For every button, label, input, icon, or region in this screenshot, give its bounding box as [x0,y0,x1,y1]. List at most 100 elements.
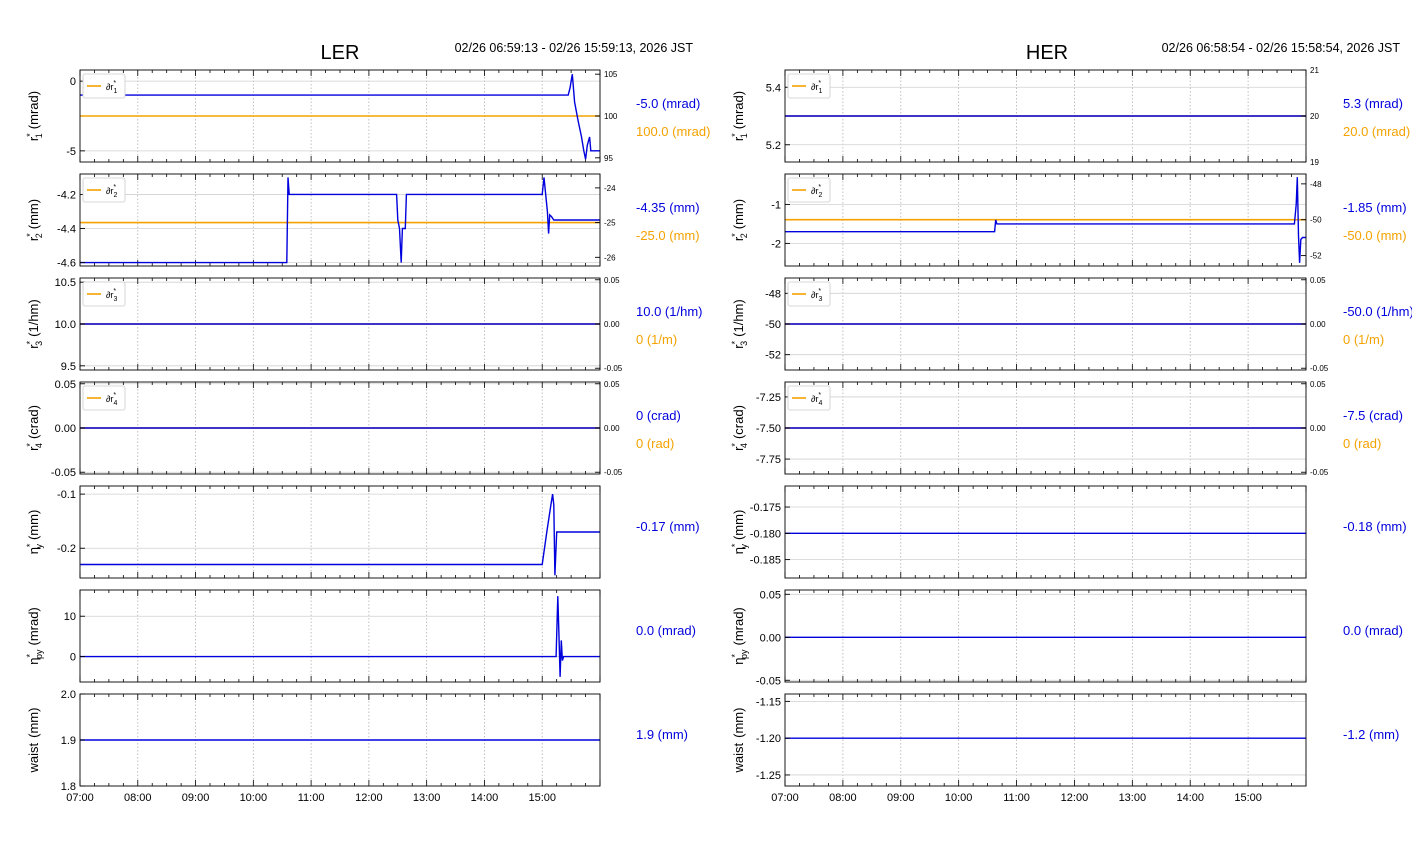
x-tick-label: 14:00 [471,792,499,804]
x-tick-label: 09:00 [887,792,915,804]
x-tick-label: 10:00 [945,792,973,804]
y2-tick-label: 0.00 [604,424,620,433]
value-blue-label: -0.17 (mm) [636,519,700,534]
subplot-2: -4.2 -4.4 -4.6 -24 -25 -26 r*2(mm) ∂r2* -4.35 (m… [25,173,700,270]
y2-tick-label: 20 [1310,112,1319,121]
y-axis-label: waist(mm) [731,708,746,774]
axes-frame [784,589,1307,683]
y-axis-label: η*y(mm) [25,510,44,555]
value-orange-label: -25.0 (mm) [636,228,700,243]
y-tick-label: -52 [765,350,781,362]
y2-tick-label: 0.05 [1310,380,1326,389]
y-tick-label: -50 [765,319,781,331]
axes-frame [79,173,601,267]
y2-tick-label: -50 [1310,216,1322,225]
value-orange-label: 0 (1/m) [1343,332,1384,347]
legend: ∂r4* [787,385,831,411]
y-tick-label: 5.2 [766,140,781,152]
y-axis-label: r*3(1/hm) [25,299,44,348]
y-tick-label: -0.05 [756,675,781,687]
value-orange-label: 0 (rad) [1343,436,1381,451]
value-blue-label: -1.85 (mm) [1343,200,1407,215]
x-tick-label: 11:00 [298,792,325,804]
y-tick-label: 0 [70,76,76,88]
x-tick-label: 15:00 [1234,792,1262,804]
y2-tick-label: 0.05 [604,276,620,285]
x-tick-label: 11:00 [1003,792,1030,804]
y2-tick-label: -52 [1310,252,1322,261]
value-blue-label: 1.9 (mm) [636,727,688,742]
y-tick-label: 10.0 [55,319,76,331]
y-tick-label: -4.2 [57,189,76,201]
series-blue-line [80,596,600,677]
y2-tick-label: -0.05 [1310,468,1329,477]
y-tick-label: -0.175 [750,502,781,514]
y-axis-label: r*1(mrad) [730,91,749,141]
y2-tick-label: 100 [604,112,618,121]
y-tick-label: 0.00 [760,632,781,644]
subplot-7: 2.01.91.8waist(mm) 1.9 (mm)07:00 08:00 09:0… [26,689,688,804]
axes-frame [79,589,601,683]
y-axis-label: η*y(mm) [730,510,749,555]
value-blue-label: 0 (crad) [636,408,681,423]
y2-tick-label: 0.00 [1310,424,1326,433]
legend: ∂r1* [787,73,831,99]
y-tick-label: -4.6 [57,258,76,270]
value-blue-label: 0.0 (mrad) [1343,623,1403,638]
y-tick-label: -7.25 [756,392,781,404]
subplot-1: 5.4 5.2 21 20 19 r*1(mrad) ∂r1* 5.3 (mrad) 20.0 … [730,66,1410,167]
y-tick-label: -1.25 [756,770,781,782]
x-tick-label: 13:00 [1119,792,1147,804]
y-tick-label: -1.15 [756,696,781,708]
y-axis-label: r*4(crad) [25,405,44,451]
y-tick-label: -7.75 [756,454,781,466]
y2-tick-label: -0.05 [1310,364,1329,373]
y-tick-label: -5 [66,146,76,158]
y-tick-label: -0.2 [57,543,76,555]
y2-tick-label: -26 [604,253,616,262]
y-tick-label: -0.185 [750,555,781,567]
chart-figure: LER 02/26 06:59:13 - 02/26 15:59:13, 2026… [0,0,1412,864]
subplot-6: 0.05 0.00 -0.05 η*py(mrad) 0.0 (mrad) [730,589,1403,687]
panel-ler: LER 02/26 06:59:13 - 02/26 15:59:13, 2026… [25,41,710,804]
value-blue-label: 0.0 (mrad) [636,623,696,638]
subplot-3: -48 -50 -52 0.05 0.00 -0.05 r*3(1/hm) ∂r3* -50.0… [730,276,1412,373]
y2-tick-label: 21 [1310,66,1319,75]
panel-title: LER [321,42,360,64]
subplot-5: -0.175 -0.180 -0.185η*y(mm) -0.18 (mm) [730,485,1407,579]
subplot-7: -1.15 -1.20 -1.25 waist(mm) -1.2 (mm) 07:00 08… [731,693,1399,804]
y-tick-label: 5.4 [766,82,781,94]
y-tick-label: -48 [765,288,781,300]
series-blue-line [80,177,600,264]
legend: ∂r2* [787,177,831,203]
value-orange-label: 100.0 (mrad) [636,124,710,139]
y-tick-label: 9.5 [61,361,76,373]
y2-tick-label: -0.05 [604,468,623,477]
y-tick-label: 0.05 [55,379,76,391]
subplot-5: -0.1 -0.2 η*y(mm) -0.17 (mm) [25,485,700,579]
series-blue-line [80,493,600,576]
y2-tick-label: 0.05 [604,380,620,389]
panel-her: HER 02/26 06:58:54 - 02/26 15:58:54, 2026… [730,41,1412,804]
y2-tick-label: 0.00 [604,320,620,329]
y-tick-label: -1 [771,199,781,211]
value-blue-label: -7.5 (crad) [1343,408,1403,423]
y-tick-label: -0.180 [750,528,781,540]
subplot-6: 10 0 η*py(mrad) 0.0 (mrad) [25,589,696,683]
y2-tick-label: 19 [1310,158,1319,167]
y2-tick-label: -24 [604,184,616,193]
y2-tick-label: -48 [1310,180,1322,189]
axes-frame [784,485,1307,579]
x-tick-label: 07:00 [66,792,94,804]
value-orange-label: -50.0 (mm) [1343,228,1407,243]
legend: ∂r1* [82,73,126,99]
x-tick-label: 12:00 [1061,792,1089,804]
time-range: 02/26 06:59:13 - 02/26 15:59:13, 2026 JS… [455,41,694,55]
x-tick-label: 10:00 [240,792,268,804]
y-tick-label: -2 [771,238,781,250]
value-blue-label: -4.35 (mm) [636,200,700,215]
x-tick-label: 08:00 [124,792,152,804]
x-tick-label: 12:00 [355,792,383,804]
legend: ∂r4* [82,385,126,411]
value-blue-label: 10.0 (1/hm) [636,304,702,319]
